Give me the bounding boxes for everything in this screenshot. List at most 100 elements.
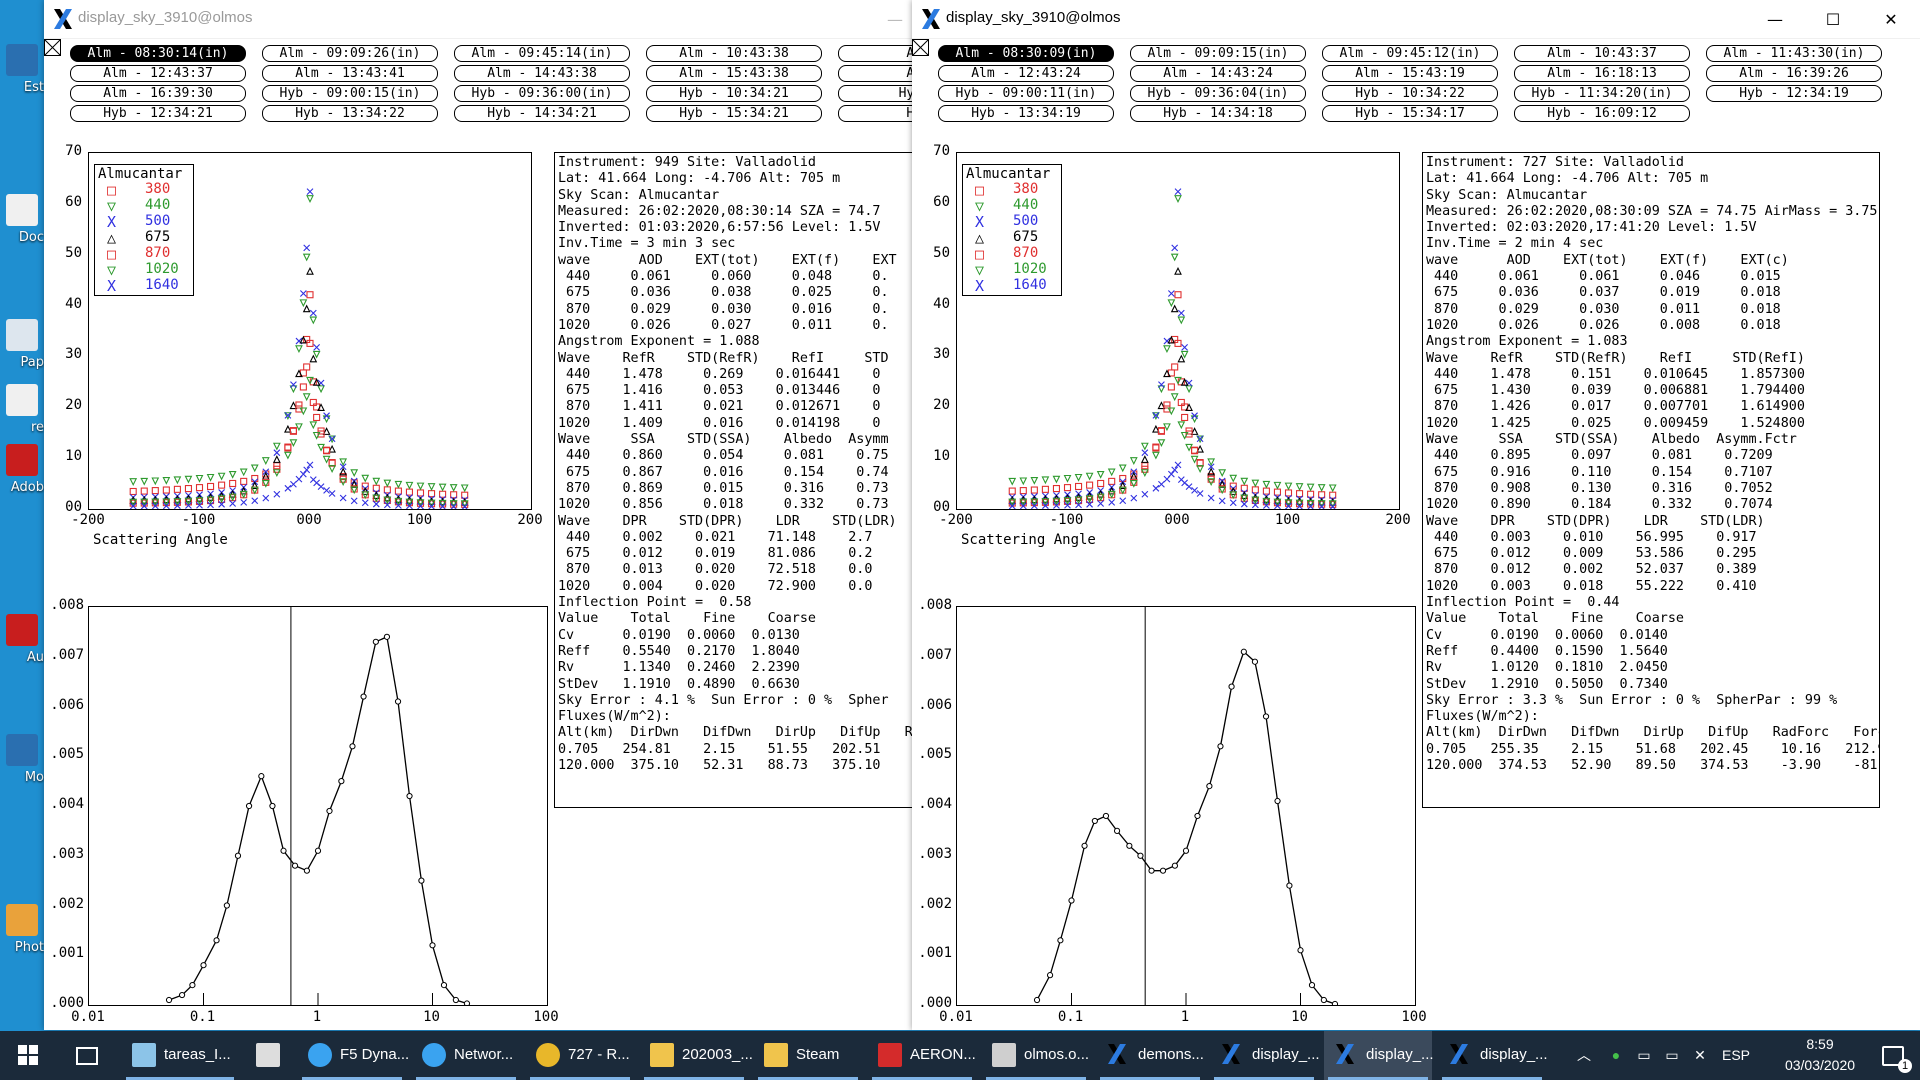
battery-icon[interactable]: ▭ — [1632, 1031, 1656, 1080]
scan-button[interactable]: Alm - 16:39:26 — [1706, 65, 1882, 82]
taskbar-item-x-icon[interactable]: display_... — [1210, 1031, 1320, 1080]
scan-button[interactable]: Hyb - 09:36:00(in) — [454, 85, 630, 102]
scan-button[interactable]: Alm - 13:43:41 — [262, 65, 438, 82]
legend-label: 870 — [1013, 245, 1039, 261]
scan-button[interactable]: Alm - 14:43:24 — [1130, 65, 1306, 82]
title-bar[interactable]: display_sky_3910@olmos — — [44, 0, 912, 39]
taskbar: tareas_I... F5 Dyna... Networ... 727 - R...… — [0, 1031, 1920, 1080]
desktop-icon-label: Doc — [18, 230, 44, 245]
scan-button[interactable]: Hyb - 12:34:19 — [1706, 85, 1882, 102]
y-tick-label: .003 — [918, 845, 952, 862]
desktop-icon-document-icon[interactable]: Doc — [0, 190, 44, 246]
taskbar-item-task-view-icon[interactable] — [66, 1031, 114, 1080]
scan-button[interactable]: Alm - 12:43:37 — [70, 65, 246, 82]
taskbar-item-app-icon[interactable]: olmos.o... — [982, 1031, 1090, 1080]
scan-button[interactable]: Hyb - 13:34:22 — [262, 105, 438, 122]
taskbar-item-chrome-icon[interactable]: 727 - R... — [526, 1031, 634, 1080]
scan-button[interactable]: Hyb - 09:00:11(in) — [938, 85, 1114, 102]
size-distribution-point — [269, 802, 276, 810]
info-line: 870 0.029 0.030 0.011 0.018 — [1426, 301, 1781, 317]
taskbar-item-folder-icon[interactable]: Steam — [754, 1031, 862, 1080]
size-distribution-point — [245, 802, 253, 810]
scan-button[interactable]: Alm - 09:09:26(in) — [262, 45, 438, 62]
app-icon — [6, 734, 38, 766]
minimize-button[interactable]: — — [1746, 0, 1804, 38]
taskbar-item-ie-icon[interactable]: F5 Dyna... — [298, 1031, 409, 1080]
info-line: 1020 0.026 0.027 0.011 0. — [558, 317, 889, 333]
scan-button[interactable]: Hyb - 16:09:12 — [1514, 105, 1690, 122]
info-line: Instrument: 949 Site: Valladolid — [558, 155, 816, 170]
close-button[interactable]: ✕ — [1862, 0, 1920, 38]
scan-button[interactable]: Hyb - 09:36:04(in) — [1130, 85, 1306, 102]
taskbar-item-pdf-icon[interactable]: AERON... — [868, 1031, 976, 1080]
scan-button[interactable]: Alm - 10:43:38 — [646, 45, 822, 62]
volume-muted-icon[interactable]: ✕ — [1688, 1031, 1712, 1080]
scan-button[interactable]: Alm - 09:45:12(in) — [1322, 45, 1498, 62]
desktop-icon-paper-icon[interactable]: Pap — [0, 315, 44, 371]
display-sky-window-1[interactable]: display_sky_3910@olmos — Alm - 08:30:14(in… — [44, 0, 912, 1030]
close-corner-icon[interactable] — [44, 39, 62, 57]
scan-button[interactable]: Hyb - 09:00:15(in) — [262, 85, 438, 102]
scan-button[interactable]: Alm - 09:45:14(in) — [454, 45, 630, 62]
scan-button[interactable]: Alm - 11:43:30(in) — [1706, 45, 1882, 62]
scan-button[interactable]: Hyb - 12:34:21 — [70, 105, 246, 122]
security-icon[interactable]: ● — [1604, 1031, 1628, 1080]
title-bar[interactable]: display_sky_3910@olmos — ☐ ✕ — [912, 0, 1920, 39]
scan-button[interactable]: Hyb - — [838, 105, 912, 122]
scan-button[interactable]: Alm - 14:43:38 — [454, 65, 630, 82]
desktop-icon-document-icon[interactable]: re — [0, 380, 44, 436]
size-distribution-point — [406, 792, 413, 800]
scan-button[interactable]: Alm - 16:39:30 — [70, 85, 246, 102]
scan-button[interactable]: Alm - 09:09:15(in) — [1130, 45, 1306, 62]
calculator-icon — [256, 1043, 280, 1067]
desktop-icon-app-icon[interactable]: Mo — [0, 730, 44, 786]
scan-button[interactable]: Alm - 15:43:38 — [646, 65, 822, 82]
desktop-icon-label: Adob — [10, 480, 44, 495]
maximize-button[interactable]: ☐ — [1804, 0, 1862, 38]
minimize-button[interactable]: — — [866, 0, 912, 38]
scan-button[interactable]: Hyb - 14:34:21 — [454, 105, 630, 122]
taskbar-item-folder-icon[interactable]: 202003_... — [640, 1031, 753, 1080]
desktop-icon-photo-icon[interactable]: Phot — [0, 900, 44, 956]
clock-date[interactable]: 03/03/2020 — [1774, 1057, 1866, 1075]
chevron-up-icon[interactable]: ︿ — [1572, 1031, 1596, 1080]
display-sky-window-2[interactable]: display_sky_3910@olmos — ☐ ✕ Alm - 08:30:09(… — [912, 0, 1920, 1030]
network-icon[interactable]: ▭ — [1660, 1031, 1684, 1080]
scan-button[interactable]: Hyb - 15:34:17 — [1322, 105, 1498, 122]
notifications-button[interactable]: 1 — [1872, 1031, 1912, 1080]
window-title: display_sky_3910@olmos — [78, 9, 253, 26]
scan-button[interactable]: Alm - 15:43:19 — [1322, 65, 1498, 82]
desktop-icon-adobe-icon[interactable]: Adob — [0, 440, 44, 496]
desktop-icon-adobe-icon[interactable]: Au — [0, 610, 44, 666]
scan-button[interactable]: Alm - 12:43:24 — [938, 65, 1114, 82]
scan-button[interactable]: Alm - 08:30:14(in) — [70, 45, 246, 62]
close-corner-icon[interactable] — [912, 39, 930, 57]
taskbar-item-ie-icon[interactable]: Networ... — [412, 1031, 520, 1080]
taskbar-item-x-icon[interactable]: display_... — [1324, 1031, 1434, 1080]
taskbar-item-calculator-icon[interactable] — [246, 1031, 290, 1080]
scan-button[interactable]: Hyb - 14:34:18 — [1130, 105, 1306, 122]
y-tick-label: 60 — [933, 193, 950, 210]
scan-button[interactable]: Alm - 16:18:13 — [1514, 65, 1690, 82]
scan-button[interactable]: Hyb - 11:34:20(in) — [1514, 85, 1690, 102]
info-line: 675 0.916 0.110 0.154 0.7107 — [1426, 464, 1773, 480]
clock-time[interactable]: 8:59 — [1780, 1036, 1860, 1054]
info-line: 120.000 375.10 52.31 88.73 375.10 — [558, 757, 881, 773]
scan-button[interactable]: Alm - — [838, 45, 912, 62]
taskbar-item-x-icon[interactable]: demons... — [1096, 1031, 1204, 1080]
taskbar-item-x-icon[interactable]: display_... — [1438, 1031, 1548, 1080]
scan-button[interactable]: Alm - 10:43:37 — [1514, 45, 1690, 62]
scan-button[interactable]: Hyb - 10:34:21 — [646, 85, 822, 102]
scan-button[interactable]: Alm - 08:30:09(in) — [938, 45, 1114, 62]
start-button[interactable] — [0, 1031, 56, 1080]
scan-button[interactable]: Hyb - 10:34:22 — [1322, 85, 1498, 102]
info-line: 1020 0.856 0.018 0.332 0.73 — [558, 497, 889, 513]
desktop-icon-app-icon[interactable]: Est — [0, 40, 44, 96]
info-line: 1020 0.003 0.018 55.222 0.410 — [1426, 578, 1757, 594]
scan-button[interactable]: Alm - — [838, 65, 912, 82]
language-indicator[interactable]: ESP — [1722, 1031, 1750, 1080]
scan-button[interactable]: Hyb - 1 — [838, 85, 912, 102]
scan-button[interactable]: Hyb - 13:34:19 — [938, 105, 1114, 122]
scan-button[interactable]: Hyb - 15:34:21 — [646, 105, 822, 122]
taskbar-item-notepad-icon[interactable]: tareas_I... — [122, 1031, 238, 1080]
